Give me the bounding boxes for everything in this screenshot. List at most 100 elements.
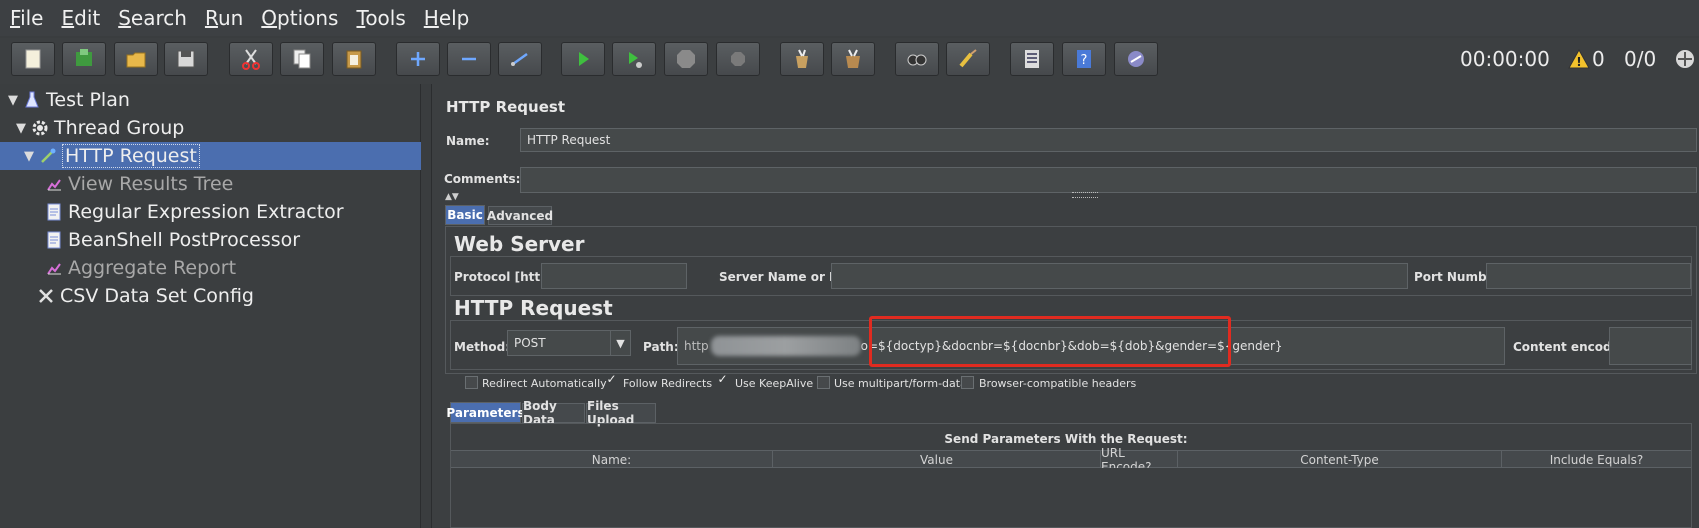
copy-button[interactable] (280, 42, 324, 76)
chart-icon (44, 258, 64, 278)
follow-redirects-label: Follow Redirects (623, 377, 713, 390)
active-threads: 0/0 (1624, 47, 1657, 71)
column-content-type[interactable]: Content-Type (1178, 451, 1502, 469)
tree-item-csv-data-set-config[interactable]: CSV Data Set Config (0, 282, 421, 310)
remote-status[interactable] (1674, 46, 1696, 72)
start-button[interactable] (561, 42, 605, 76)
function-helper-icon (1025, 50, 1039, 68)
follow-redirects-checkbox[interactable]: ✓ (605, 373, 618, 387)
menu-run[interactable]: Run (205, 6, 243, 30)
splitter-arrows-icon[interactable]: ▲▼ (445, 192, 459, 202)
clear-all-button[interactable] (831, 42, 875, 76)
name-label: Name: (446, 134, 490, 148)
collapse-icon (462, 57, 476, 61)
menu-file[interactable]: File (10, 6, 43, 30)
tree-item-http-request[interactable]: ▼ HTTP Request (0, 142, 421, 170)
chevron-down-icon[interactable]: ▼ (610, 331, 630, 355)
expand-arrow-icon[interactable]: ▼ (8, 93, 22, 108)
params-table-body[interactable] (451, 468, 1691, 526)
tree-item-view-results-tree[interactable]: View Results Tree (0, 170, 421, 198)
stop-button[interactable] (664, 42, 708, 76)
column-include-equals[interactable]: Include Equals? (1502, 451, 1691, 469)
use-keepalive-checkbox[interactable]: ✓ (716, 373, 729, 387)
column-value[interactable]: Value (773, 451, 1101, 469)
warning-count: 0 (1592, 47, 1605, 71)
tab-basic[interactable]: Basic (445, 205, 485, 225)
tab-body-data[interactable]: Body Data (522, 399, 585, 427)
browser-compatible-label: Browser-compatible headers (979, 377, 1137, 390)
save-button[interactable] (164, 42, 208, 76)
templates-button[interactable] (62, 42, 106, 76)
expand-arrow-icon[interactable]: ▼ (16, 121, 30, 136)
browser-compatible-checkbox[interactable] (961, 376, 974, 389)
help-button[interactable]: ? (1062, 42, 1106, 76)
tab-files-upload[interactable]: Files Upload (586, 399, 656, 427)
method-label: Method: (454, 340, 510, 354)
paste-button[interactable] (332, 42, 376, 76)
tab-parameters[interactable]: Parameters (446, 402, 525, 423)
protocol-field[interactable] (541, 263, 687, 289)
svg-text:?: ? (1081, 53, 1088, 68)
paste-icon (346, 50, 362, 69)
toggle-icon (511, 52, 528, 66)
params-table-header: Name: Value URL Encode? Content-Type Inc… (451, 446, 1691, 474)
menu-help[interactable]: Help (424, 6, 470, 30)
tree-item-beanshell-postprocessor[interactable]: BeanShell PostProcessor (0, 226, 421, 254)
menu-edit[interactable]: Edit (61, 6, 100, 30)
tree-item-thread-group[interactable]: ▼ Thread Group (0, 114, 421, 142)
tree-item-regex-extractor[interactable]: Regular Expression Extractor (0, 198, 421, 226)
tree-item-test-plan[interactable]: ▼ Test Plan (0, 86, 421, 114)
method-select[interactable]: POST ▼ (507, 330, 631, 356)
port-number-field[interactable] (1486, 263, 1691, 289)
name-field[interactable]: HTTP Request (520, 128, 1697, 152)
shutdown-button[interactable] (716, 42, 760, 76)
svg-text:!: ! (1576, 55, 1581, 69)
clear-button[interactable] (780, 42, 824, 76)
comments-field[interactable] (520, 167, 1697, 193)
start-no-pauses-button[interactable] (612, 42, 656, 76)
expand-all-button[interactable] (396, 42, 440, 76)
menu-search[interactable]: Search (118, 6, 187, 30)
chart-icon (44, 174, 64, 194)
open-icon (126, 52, 146, 68)
new-button[interactable] (11, 42, 55, 76)
toolbar: ? 00:00:00 ! 0 0/0 (0, 38, 1699, 84)
toggle-button[interactable] (498, 42, 542, 76)
crosshair-icon (1676, 50, 1694, 68)
remote-button[interactable] (1114, 42, 1158, 76)
collapse-all-button[interactable] (447, 42, 491, 76)
menu-bar: File Edit Search Run Options Tools Help (0, 0, 1699, 36)
cut-button[interactable] (229, 42, 273, 76)
server-name-label: Server Name or IP: (719, 270, 848, 284)
warning-indicator[interactable]: ! 0 (1568, 46, 1605, 72)
start-icon (579, 52, 589, 66)
column-url-encode[interactable]: URL Encode? (1101, 446, 1178, 474)
http-request-panel: HTTP Request Name: HTTP Request Comments… (431, 84, 1699, 528)
path-prefix: http (684, 339, 709, 353)
document-icon (44, 230, 64, 250)
search-icon (907, 54, 927, 66)
use-multipart-checkbox[interactable] (817, 376, 830, 389)
tree-item-aggregate-report[interactable]: Aggregate Report (0, 254, 421, 282)
content-encoding-field[interactable] (1609, 327, 1692, 365)
redirect-automatically-checkbox[interactable] (465, 376, 478, 389)
params-title: Send Parameters With the Request: (944, 432, 1188, 446)
tab-advanced[interactable]: Advanced (487, 206, 553, 225)
menu-tools[interactable]: Tools (356, 6, 405, 30)
help-icon: ? (1077, 50, 1091, 68)
panel-title: HTTP Request (446, 98, 565, 116)
web-server-title: Web Server (454, 232, 585, 256)
expand-arrow-icon[interactable]: ▼ (24, 149, 38, 164)
function-helper-button[interactable] (1010, 42, 1054, 76)
splitter-grip-icon[interactable] (1072, 192, 1098, 198)
open-button[interactable] (114, 42, 158, 76)
reset-search-button[interactable] (946, 42, 990, 76)
elapsed-timer: 00:00:00 (1460, 47, 1550, 71)
comments-label: Comments: (444, 172, 521, 186)
method-value: POST (514, 336, 546, 350)
column-name[interactable]: Name: (451, 451, 773, 469)
server-name-field[interactable] (831, 263, 1408, 289)
clear-icon (796, 49, 808, 68)
search-button[interactable] (895, 42, 939, 76)
menu-options[interactable]: Options (261, 6, 338, 30)
